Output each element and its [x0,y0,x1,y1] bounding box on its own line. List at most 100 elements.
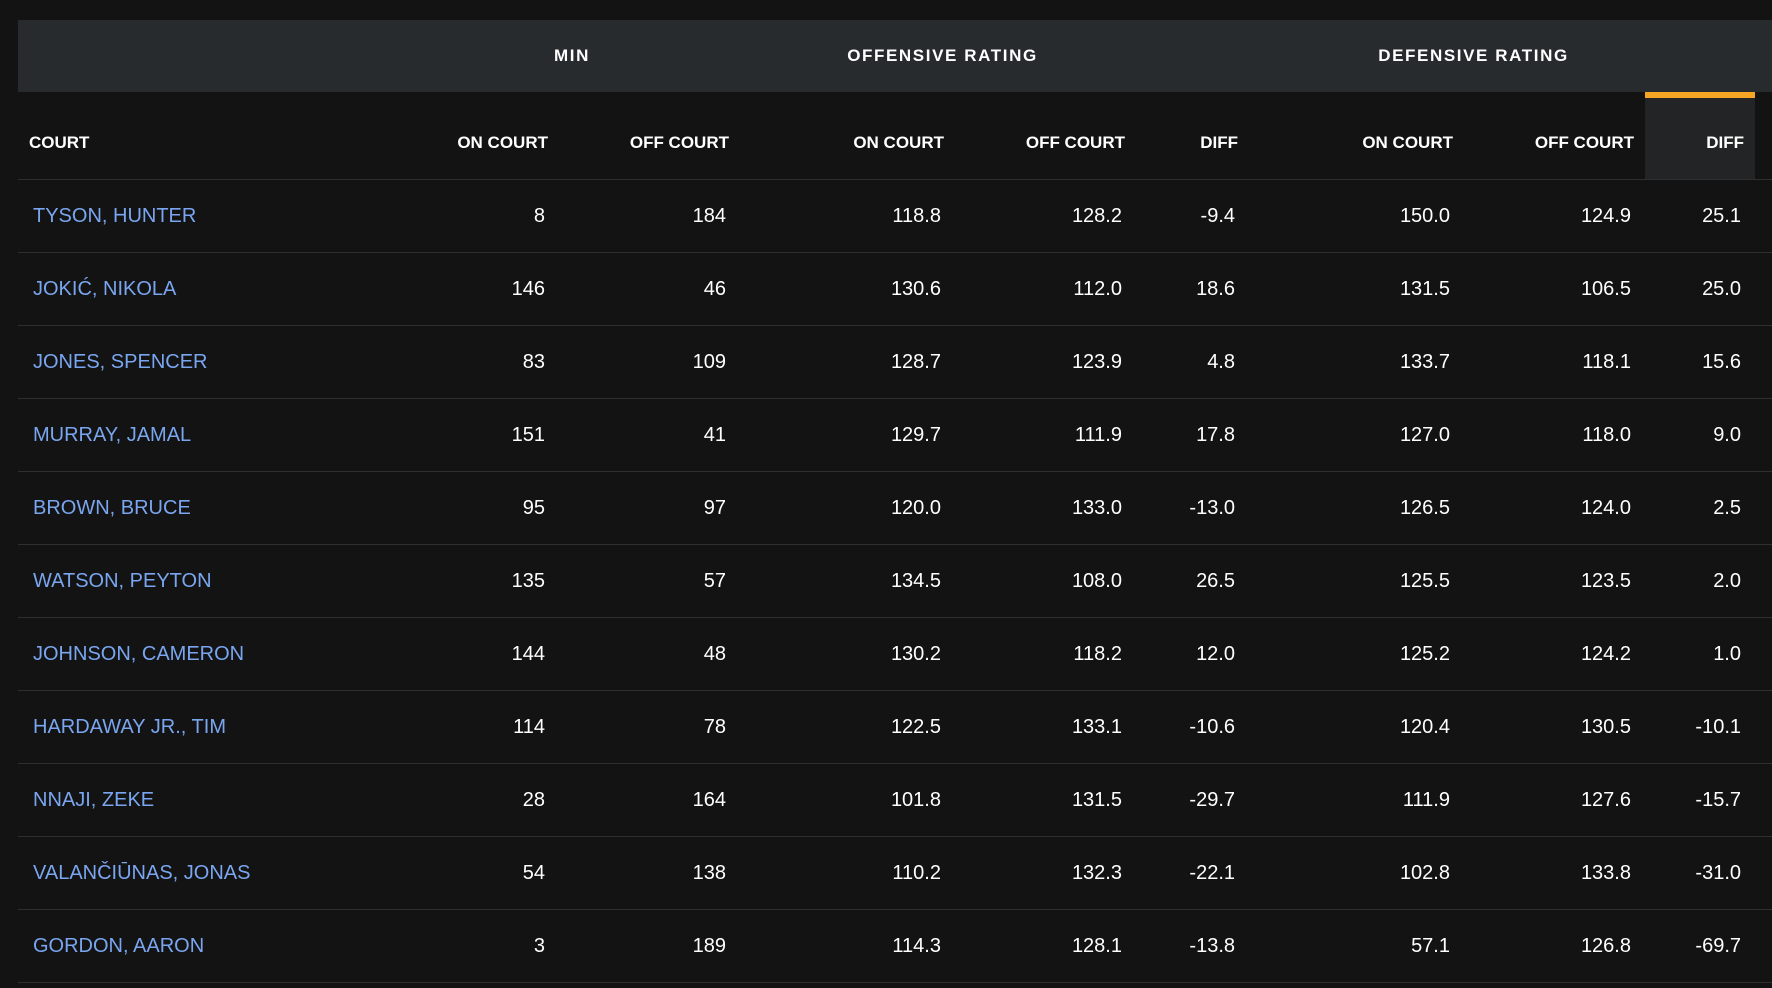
row-spacer [1755,910,1772,982]
cell-off-off: 133.1 [1071,715,1122,738]
cell-def-diff: -15.7 [1695,788,1741,811]
cell-off-diff: 18.6 [1196,277,1235,300]
cell-def-on: 131.5 [1399,277,1450,300]
cell-def-diff: 1.0 [1713,642,1741,665]
table-row: JONES, SPENCER 83 109 128.7 123.9 4.8 133.7 118… [18,326,1772,399]
player-name-link[interactable]: GORDON, AARON [18,910,392,982]
cell-off-diff: 12.0 [1196,642,1235,665]
cell-def-on: 150.0 [1399,204,1450,227]
player-name-link[interactable]: VALANČIŪNAS, JONAS [18,837,392,909]
cell-min-on: 95 [522,496,545,519]
cell-off-off: 132.3 [1071,861,1122,884]
cell-off-diff: -29.7 [1189,788,1235,811]
cell-min-off: 97 [703,496,726,519]
cell-min-off: 78 [703,715,726,738]
cell-min-off: 109 [692,350,726,373]
table-row: NNAJI, ZEKE 28 164 101.8 131.5 -29.7 111.9 127.… [18,764,1772,837]
group-header-defensive-rating: DEFENSIVE RATING [1378,46,1569,65]
cell-min-off: 138 [692,861,726,884]
cell-def-on: 111.9 [1402,788,1450,811]
cell-def-off: 127.6 [1580,788,1631,811]
row-spacer [1755,764,1772,836]
cell-min-off: 164 [692,788,726,811]
row-spacer [1755,545,1772,617]
table-row: TYSON, HUNTER 8 184 118.8 128.2 -9.4 150.0 124.… [18,180,1772,253]
cell-def-on: 125.5 [1399,569,1450,592]
cell-min-on: 83 [522,350,545,373]
cell-min-on: 3 [533,934,545,957]
column-header-court[interactable]: COURT [18,92,392,179]
cell-min-off: 46 [703,277,726,300]
table-row: HARDAWAY JR., TIM 114 78 122.5 133.1 -10.6 120… [18,691,1772,764]
cell-off-on: 101.8 [890,788,941,811]
cell-off-on: 120.0 [890,496,941,519]
cell-off-off: 123.9 [1071,350,1122,373]
cell-def-off: 124.0 [1580,496,1631,519]
cell-def-on: 125.2 [1399,642,1450,665]
row-spacer [1755,837,1772,909]
player-name-link[interactable]: HARDAWAY JR., TIM [18,691,392,763]
table-row: JOHNSON, CAMERON 144 48 130.2 118.2 12.0 125.2… [18,618,1772,691]
cell-off-diff: 4.8 [1207,350,1235,373]
cell-off-off: 108.0 [1071,569,1122,592]
column-header-min-off-court[interactable]: OFF COURT [559,92,740,179]
cell-def-diff: -31.0 [1695,861,1741,884]
player-name-link[interactable]: NNAJI, ZEKE [18,764,392,836]
column-header-def-rating-diff[interactable]: DIFF [1645,92,1755,179]
cell-off-on: 130.6 [890,277,941,300]
cell-off-off: 112.0 [1073,277,1122,300]
cell-def-on: 127.0 [1399,423,1450,446]
cell-off-on: 118.8 [892,204,941,227]
cell-min-on: 54 [522,861,545,884]
cell-def-diff: 25.1 [1702,204,1741,227]
cell-min-off: 48 [703,642,726,665]
cell-off-on: 110.2 [892,861,941,884]
cell-off-on: 114.3 [892,934,941,957]
column-header-off-rating-on-court[interactable]: ON COURT [740,92,955,179]
cell-min-on: 151 [511,423,545,446]
cell-def-on: 126.5 [1399,496,1450,519]
column-header-off-rating-off-court[interactable]: OFF COURT [955,92,1136,179]
row-spacer [1755,326,1772,398]
cell-off-on: 130.2 [890,642,941,665]
row-spacer [1755,253,1772,325]
player-name-link[interactable]: MURRAY, JAMAL [18,399,392,471]
column-header-def-rating-on-court[interactable]: ON COURT [1249,92,1464,179]
column-header-min-on-court[interactable]: ON COURT [392,92,559,179]
row-spacer [1755,472,1772,544]
cell-off-off: 111.9 [1074,423,1122,446]
cell-min-off: 189 [692,934,726,957]
row-spacer [1755,180,1772,252]
cell-def-off: 123.5 [1580,569,1631,592]
cell-min-on: 28 [522,788,545,811]
table-row: WATSON, PEYTON 135 57 134.5 108.0 26.5 125.5 12… [18,545,1772,618]
header-spacer [1755,92,1772,179]
table-row: MURRAY, JAMAL 151 41 129.7 111.9 17.8 127.0 118… [18,399,1772,472]
table-row: VALANČIŪNAS, JONAS 54 138 110.2 132.3 -22.1 10… [18,837,1772,910]
column-header-def-rating-off-court[interactable]: OFF COURT [1464,92,1645,179]
cell-def-on: 133.7 [1399,350,1450,373]
cell-min-on: 146 [511,277,545,300]
table-row: GORDON, AARON 3 189 114.3 128.1 -13.8 57.1 126.… [18,910,1772,983]
cell-off-off: 118.2 [1073,642,1122,665]
cell-off-on: 128.7 [890,350,941,373]
cell-min-on: 135 [511,569,545,592]
cell-min-on: 8 [533,204,545,227]
cell-off-diff: 26.5 [1196,569,1235,592]
player-name-link[interactable]: JONES, SPENCER [18,326,392,398]
cell-off-diff: -9.4 [1200,204,1235,227]
cell-min-off: 57 [703,569,726,592]
cell-off-diff: -22.1 [1189,861,1235,884]
cell-def-diff: 15.6 [1702,350,1741,373]
group-header-offensive-rating: OFFENSIVE RATING [847,46,1038,65]
player-name-link[interactable]: JOHNSON, CAMERON [18,618,392,690]
player-name-link[interactable]: BROWN, BRUCE [18,472,392,544]
column-header-off-rating-diff[interactable]: DIFF [1136,92,1249,179]
player-name-link[interactable]: WATSON, PEYTON [18,545,392,617]
player-name-link[interactable]: TYSON, HUNTER [18,180,392,252]
cell-min-off: 184 [692,204,726,227]
player-name-link[interactable]: JOKIĆ, NIKOLA [18,253,392,325]
cell-def-off: 126.8 [1580,934,1631,957]
cell-off-diff: -13.0 [1189,496,1235,519]
cell-off-on: 134.5 [890,569,941,592]
